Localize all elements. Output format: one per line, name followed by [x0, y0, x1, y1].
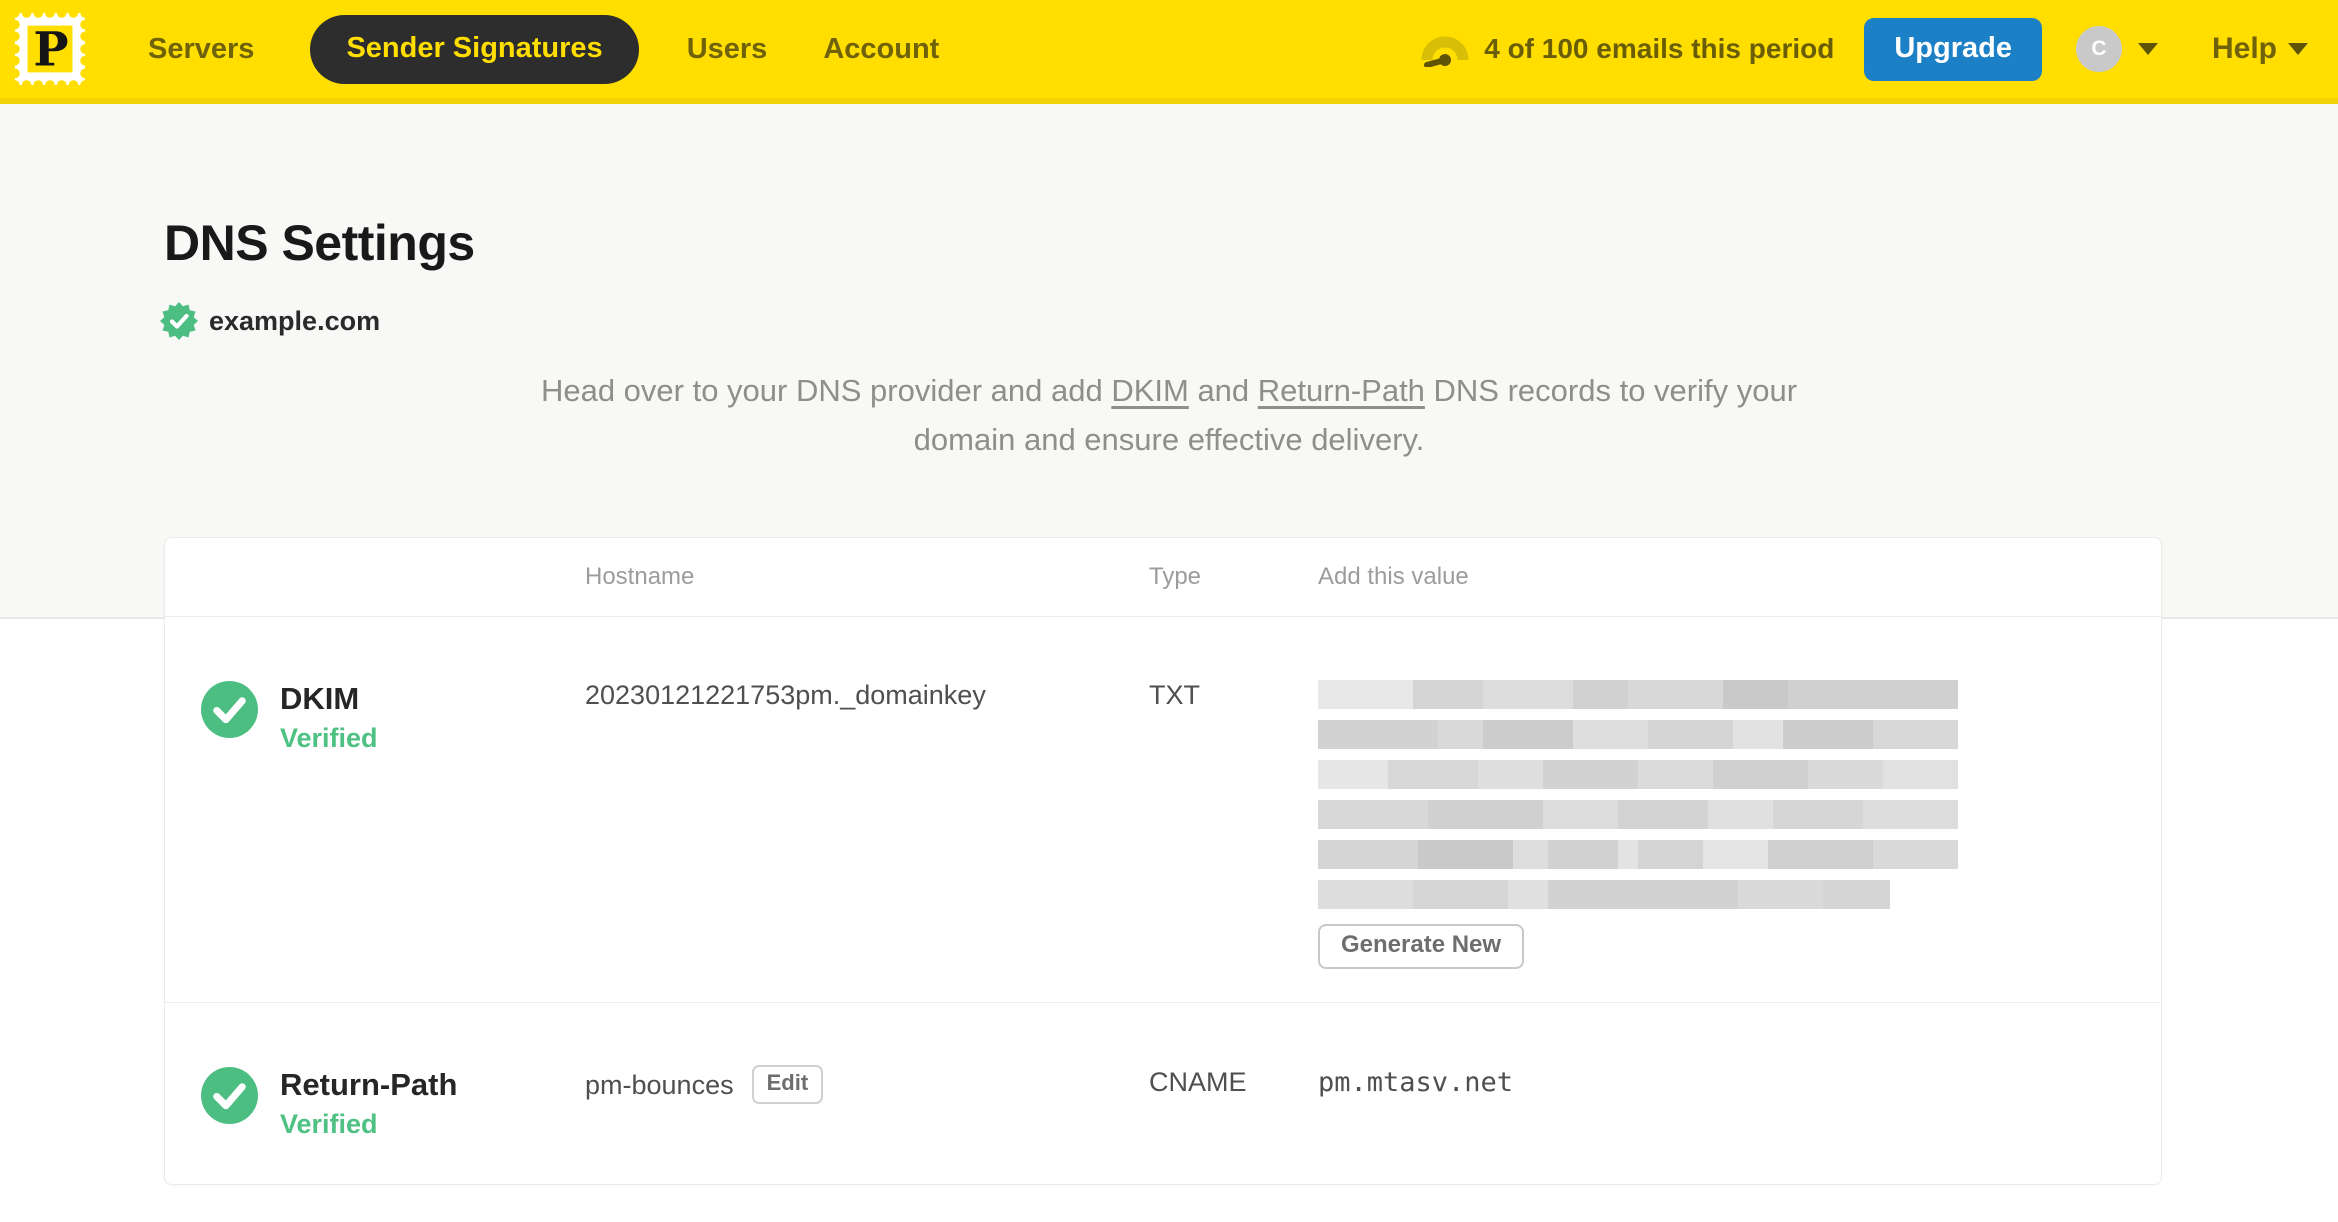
column-header-type: Type	[1149, 563, 1202, 590]
verified-check-icon	[201, 1067, 258, 1124]
usage-gauge-icon	[1421, 36, 1469, 67]
nav-right-cluster: 4 of 100 emails this period Upgrade C He…	[1420, 17, 2308, 81]
verified-seal-icon	[160, 302, 198, 340]
avatar-menu-caret-icon[interactable]	[2137, 43, 2158, 55]
return-path-link[interactable]: Return-Path	[1258, 373, 1425, 408]
domain-row: example.com	[160, 302, 380, 340]
redacted-value-bar	[1318, 880, 1890, 909]
help-label: Help	[2211, 32, 2277, 65]
redacted-value-bar	[1318, 720, 1958, 749]
table-header-row: Hostname Type Add this value	[165, 538, 2161, 617]
redacted-dkim-value	[1318, 680, 1958, 909]
return-path-value: pm.mtasv.net	[1318, 1067, 1514, 1098]
help-menu[interactable]: Help	[2212, 32, 2308, 66]
record-status-badge: Verified	[280, 1109, 378, 1139]
dkim-hostname: 20230121221753pm._domainkey	[585, 680, 986, 710]
dns-records-card: Hostname Type Add this value DKIM Verifi…	[164, 537, 2162, 1185]
user-avatar[interactable]: C	[2075, 26, 2122, 72]
page-title: DNS Settings	[164, 215, 475, 271]
upgrade-button[interactable]: Upgrade	[1864, 17, 2042, 81]
nav-item-servers[interactable]: Servers	[148, 33, 254, 66]
redacted-value-bar	[1318, 680, 1958, 709]
record-status-badge: Verified	[280, 723, 378, 753]
generate-new-button[interactable]: Generate New	[1318, 924, 1525, 969]
return-path-hostname: pm-bounces	[585, 1070, 734, 1100]
record-name: Return-Path	[280, 1067, 458, 1102]
redacted-value-bar	[1318, 800, 1958, 829]
nav-item-users[interactable]: Users	[687, 33, 768, 66]
help-caret-icon	[2288, 43, 2308, 55]
record-name: DKIM	[280, 681, 360, 716]
return-path-status-cell: Return-Path Verified	[165, 1003, 585, 1185]
top-nav: P Servers Sender Signatures Users Accoun…	[0, 0, 2338, 104]
table-row-dkim: DKIM Verified 20230121221753pm._domainke…	[165, 617, 2161, 1003]
redacted-value-bar	[1318, 840, 1958, 869]
column-header-hostname: Hostname	[585, 563, 695, 590]
instructions-part2: and	[1188, 373, 1258, 408]
table-row-return-path: Return-Path Verified pm-bounces Edit CNA…	[165, 1003, 2161, 1185]
dkim-link[interactable]: DKIM	[1111, 373, 1189, 408]
usage-counter: 4 of 100 emails this period	[1484, 33, 1835, 64]
instructions-part1: Head over to your DNS provider and add	[540, 373, 1112, 408]
dkim-status-cell: DKIM Verified	[165, 617, 585, 1002]
logo-letter: P	[33, 23, 68, 78]
nav-item-sender-signatures-active[interactable]: Sender Signatures	[310, 14, 639, 84]
postmark-stamp-logo[interactable]: P	[10, 9, 90, 89]
return-path-record-type: CNAME	[1149, 1067, 1247, 1097]
instructions-text: Head over to your DNS provider and add D…	[539, 366, 1799, 464]
verified-check-icon	[201, 681, 258, 738]
dns-settings-page: P Servers Sender Signatures Users Accoun…	[0, 0, 2338, 1222]
column-header-value: Add this value	[1318, 563, 1469, 590]
redacted-value-bar	[1318, 760, 1958, 789]
dkim-record-type: TXT	[1149, 680, 1200, 710]
edit-return-path-button[interactable]: Edit	[751, 1065, 824, 1104]
domain-name: example.com	[209, 305, 381, 336]
nav-item-account[interactable]: Account	[823, 33, 939, 66]
